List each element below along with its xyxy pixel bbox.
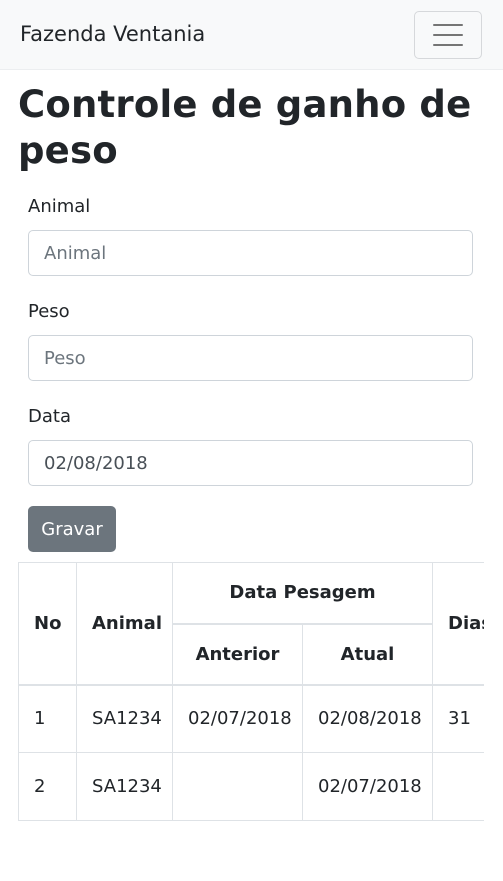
peso-input[interactable] (28, 335, 473, 381)
page-title: Controle de ganho de peso (18, 83, 472, 172)
cell-dias: 31 (432, 684, 484, 753)
table-row: 2 SA1234 02/07/2018 (18, 752, 484, 821)
navbar: Fazenda Ventania (0, 0, 503, 70)
animal-input[interactable] (28, 230, 473, 276)
cell-no: 1 (18, 684, 77, 753)
header-no: No (18, 562, 77, 686)
header-anterior: Anterior (172, 623, 303, 686)
header-atual: Atual (302, 623, 433, 686)
cell-atual: 02/08/2018 (302, 684, 433, 753)
cell-no: 2 (18, 752, 77, 821)
cell-animal: SA1234 (76, 752, 173, 821)
table-row: 1 SA1234 02/07/2018 02/08/2018 31 (18, 684, 484, 753)
weight-table-container[interactable]: No Animal Data Pesagem Dias Anterior Atu… (18, 562, 484, 822)
header-data-pesagem: Data Pesagem (172, 562, 433, 625)
header-animal: Animal (76, 562, 173, 686)
cell-animal: SA1234 (76, 684, 173, 753)
weight-table: No Animal Data Pesagem Dias Anterior Atu… (18, 562, 484, 821)
data-label: Data (28, 406, 71, 427)
cell-anterior (172, 752, 303, 821)
cell-dias (432, 752, 484, 821)
cell-anterior: 02/07/2018 (172, 684, 303, 753)
navbar-brand[interactable]: Fazenda Ventania (20, 22, 205, 46)
data-input[interactable] (28, 440, 473, 486)
header-dias: Dias (432, 562, 484, 686)
peso-label: Peso (28, 301, 70, 322)
navbar-toggler-button[interactable] (414, 11, 482, 59)
hamburger-icon (433, 24, 463, 46)
gravar-button[interactable]: Gravar (28, 506, 116, 552)
cell-atual: 02/07/2018 (302, 752, 433, 821)
animal-label: Animal (28, 196, 91, 217)
